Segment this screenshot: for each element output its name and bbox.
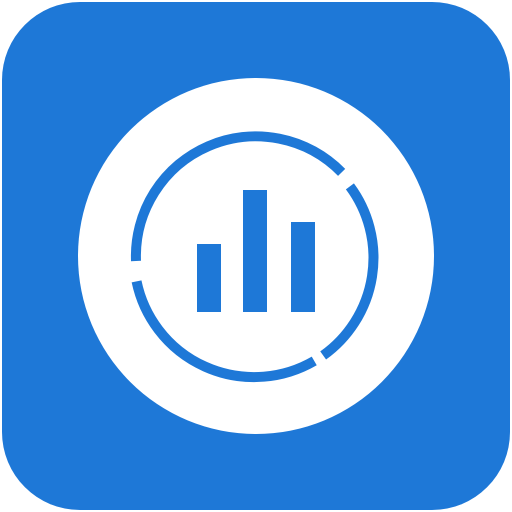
bar-left bbox=[197, 244, 221, 312]
icon-canvas bbox=[0, 0, 512, 512]
bar-middle bbox=[243, 190, 267, 312]
bar-right bbox=[291, 222, 315, 312]
analytics-chart-icon bbox=[2, 2, 510, 510]
